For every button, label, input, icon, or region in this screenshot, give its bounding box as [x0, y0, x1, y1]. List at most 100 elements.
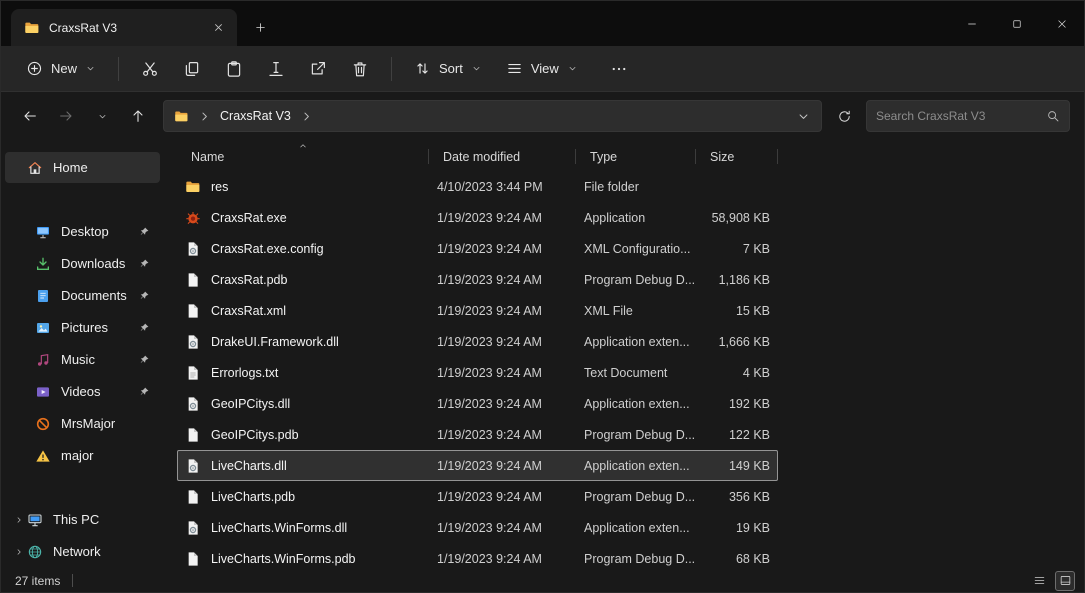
- sidebar-item-mrsmajor[interactable]: MrsMajor: [5, 408, 160, 439]
- file-size: 1,186 KB: [696, 273, 778, 287]
- sort-button[interactable]: Sort: [403, 52, 493, 86]
- file-date: 1/19/2023 9:24 AM: [429, 273, 576, 287]
- dll-file-icon: [185, 334, 201, 350]
- view-toggles: [1030, 569, 1074, 592]
- file-name: CraxsRat.pdb: [211, 273, 287, 287]
- refresh-button[interactable]: [828, 100, 860, 132]
- expand-chevron[interactable]: [11, 515, 27, 525]
- sidebar-item-major[interactable]: major: [5, 440, 160, 471]
- rename-icon: [267, 60, 285, 78]
- file-rows: res 4/10/2023 3:44 PM File folder CraxsR…: [177, 171, 1084, 569]
- recent-locations-button[interactable]: [87, 101, 117, 131]
- column-header-type[interactable]: Type: [576, 142, 696, 171]
- folder-icon: [174, 109, 189, 124]
- column-header-date-modified[interactable]: Date modified: [429, 142, 576, 171]
- file-row[interactable]: Errorlogs.txt 1/19/2023 9:24 AM Text Doc…: [177, 357, 778, 388]
- sidebar-item-label: Desktop: [61, 224, 139, 239]
- paste-icon: [225, 60, 243, 78]
- close-tab-button[interactable]: [205, 15, 231, 41]
- delete-button[interactable]: [340, 52, 380, 86]
- copy-button[interactable]: [172, 52, 212, 86]
- sidebar-item-desktop[interactable]: Desktop: [5, 216, 160, 247]
- chevron-right-icon: [14, 547, 24, 557]
- navigation-bar: CraxsRat V3: [1, 92, 1084, 140]
- file-date: 1/19/2023 9:24 AM: [429, 490, 576, 504]
- file-name: LiveCharts.pdb: [211, 490, 295, 504]
- sidebar-item-videos[interactable]: Videos: [5, 376, 160, 407]
- sidebar-item-this-pc[interactable]: This PC: [5, 504, 160, 535]
- sidebar-item-documents[interactable]: Documents: [5, 280, 160, 311]
- file-row[interactable]: CraxsRat.exe 1/19/2023 9:24 AM Applicati…: [177, 202, 778, 233]
- this-pc-icon: [27, 512, 43, 528]
- column-header-name[interactable]: Name: [177, 142, 429, 171]
- column-header-filler: [778, 142, 1084, 171]
- file-date: 1/19/2023 9:24 AM: [429, 552, 576, 566]
- file-name: LiveCharts.WinForms.dll: [211, 521, 347, 535]
- column-header-label: Name: [191, 150, 224, 164]
- sidebar-item-music[interactable]: Music: [5, 344, 160, 375]
- up-button[interactable]: [123, 101, 153, 131]
- file-row[interactable]: LiveCharts.pdb 1/19/2023 9:24 AM Program…: [177, 481, 778, 512]
- new-button[interactable]: New: [15, 52, 107, 86]
- application-icon: [185, 210, 201, 226]
- command-toolbar: New Sort View: [1, 46, 1084, 92]
- sidebar-item-pictures[interactable]: Pictures: [5, 312, 160, 343]
- paste-button[interactable]: [214, 52, 254, 86]
- address-dropdown-chevron-icon[interactable]: [796, 109, 811, 124]
- address-path-segment[interactable]: CraxsRat V3: [220, 109, 291, 123]
- file-row[interactable]: LiveCharts.WinForms.dll 1/19/2023 9:24 A…: [177, 512, 778, 543]
- file-type: File folder: [576, 180, 696, 194]
- file-row[interactable]: CraxsRat.exe.config 1/19/2023 9:24 AM XM…: [177, 233, 778, 264]
- file-date: 1/19/2023 9:24 AM: [429, 211, 576, 225]
- sidebar-item-label: MrsMajor: [61, 416, 156, 431]
- pictures-icon: [35, 320, 51, 336]
- file-row[interactable]: DrakeUI.Framework.dll 1/19/2023 9:24 AM …: [177, 326, 778, 357]
- search-input[interactable]: [876, 109, 1040, 123]
- forward-button[interactable]: [51, 101, 81, 131]
- details-view-button[interactable]: [1030, 572, 1048, 590]
- maximize-icon: [1011, 18, 1023, 30]
- new-tab-button[interactable]: [245, 12, 275, 42]
- blocked-icon: [35, 416, 51, 432]
- expand-chevron[interactable]: [11, 547, 27, 557]
- file-size: 192 KB: [696, 397, 778, 411]
- explorer-tab[interactable]: CraxsRat V3: [11, 9, 237, 46]
- file-name: GeoIPCitys.pdb: [211, 428, 299, 442]
- share-button[interactable]: [298, 52, 338, 86]
- file-row[interactable]: GeoIPCitys.pdb 1/19/2023 9:24 AM Program…: [177, 419, 778, 450]
- file-date: 4/10/2023 3:44 PM: [429, 180, 576, 194]
- more-options-icon: [610, 60, 628, 78]
- minimize-button[interactable]: [949, 1, 994, 46]
- delete-icon: [351, 60, 369, 78]
- file-name: Errorlogs.txt: [211, 366, 278, 380]
- sidebar-item-home[interactable]: Home: [5, 152, 160, 183]
- folder-icon: [24, 20, 40, 36]
- view-button[interactable]: View: [495, 52, 589, 86]
- file-row[interactable]: LiveCharts.WinForms.pdb 1/19/2023 9:24 A…: [177, 543, 778, 569]
- back-button[interactable]: [15, 101, 45, 131]
- sidebar-item-downloads[interactable]: Downloads: [5, 248, 160, 279]
- close-button[interactable]: [1039, 1, 1084, 46]
- maximize-button[interactable]: [994, 1, 1039, 46]
- file-size: 19 KB: [696, 521, 778, 535]
- file-name: res: [211, 180, 228, 194]
- cut-button[interactable]: [130, 52, 170, 86]
- sort-icon: [414, 60, 431, 77]
- file-type: XML File: [576, 304, 696, 318]
- rename-button[interactable]: [256, 52, 296, 86]
- status-bar: 27 items: [1, 569, 1084, 592]
- file-row[interactable]: GeoIPCitys.dll 1/19/2023 9:24 AM Applica…: [177, 388, 778, 419]
- file-row[interactable]: CraxsRat.xml 1/19/2023 9:24 AM XML File …: [177, 295, 778, 326]
- address-bar[interactable]: CraxsRat V3: [163, 100, 822, 132]
- file-icon: [185, 489, 201, 505]
- file-row[interactable]: res 4/10/2023 3:44 PM File folder: [177, 171, 778, 202]
- pin-icon: [139, 258, 150, 269]
- column-header-size[interactable]: Size: [696, 142, 778, 171]
- file-row[interactable]: CraxsRat.pdb 1/19/2023 9:24 AM Program D…: [177, 264, 778, 295]
- see-more-button[interactable]: [599, 52, 639, 86]
- pin-icon: [139, 386, 150, 397]
- file-row-selected[interactable]: LiveCharts.dll 1/19/2023 9:24 AM Applica…: [177, 450, 778, 481]
- toolbar-divider: [391, 57, 392, 81]
- sidebar-item-network[interactable]: Network: [5, 536, 160, 567]
- thumbnail-view-button[interactable]: [1056, 572, 1074, 590]
